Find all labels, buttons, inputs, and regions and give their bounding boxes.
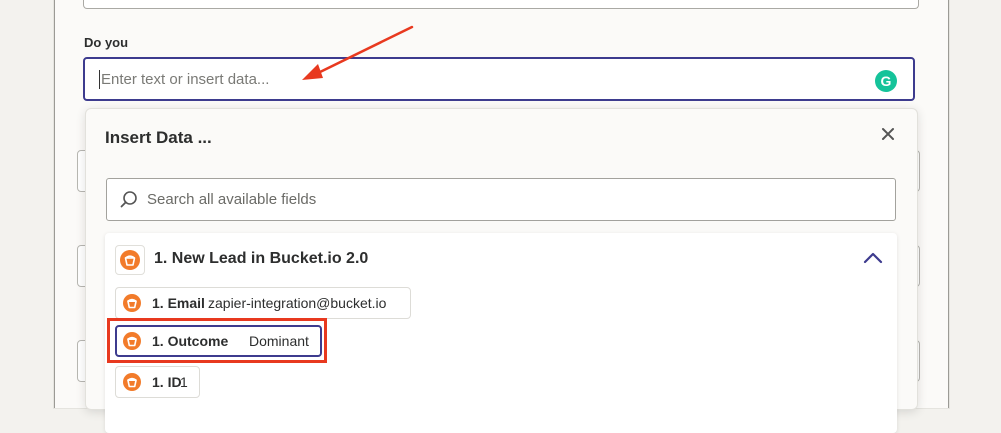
search-icon [120, 191, 137, 208]
previous-field-input[interactable] [83, 0, 919, 9]
search-fields-input[interactable]: Search all available fields [106, 178, 896, 221]
bucket-io-icon [123, 294, 141, 312]
group-header[interactable]: 1. New Lead in Bucket.io 2.0 [105, 233, 897, 283]
search-placeholder: Search all available fields [147, 191, 317, 208]
field-pill-email[interactable]: 1. Email zapier-integration@bucket.io [115, 287, 411, 319]
close-icon[interactable] [879, 125, 897, 143]
insert-data-dropdown: Insert Data ... Search all available fie… [85, 108, 918, 433]
do-you-input[interactable]: Enter text or insert data... G [83, 57, 915, 101]
field-pill-id[interactable]: 1. ID 1 [115, 366, 200, 398]
app-icon-box [115, 245, 145, 275]
bucket-io-icon [120, 250, 140, 270]
bucket-io-icon [123, 373, 141, 391]
text-caret [99, 70, 100, 89]
field-value: zapier-integration@bucket.io [208, 295, 387, 311]
group-title: 1. New Lead in Bucket.io 2.0 [154, 250, 369, 267]
field-label: 1. Email [152, 295, 205, 311]
field-label: 1. ID [152, 374, 182, 390]
field-label: Do you [84, 35, 129, 50]
field-value: 1 [180, 374, 188, 390]
chevron-up-icon[interactable] [863, 251, 883, 265]
grammarly-icon[interactable]: G [875, 70, 897, 92]
insert-data-title: Insert Data ... [105, 128, 212, 147]
annotation-highlight-box [107, 318, 327, 363]
input-placeholder: Enter text or insert data... [101, 71, 270, 88]
